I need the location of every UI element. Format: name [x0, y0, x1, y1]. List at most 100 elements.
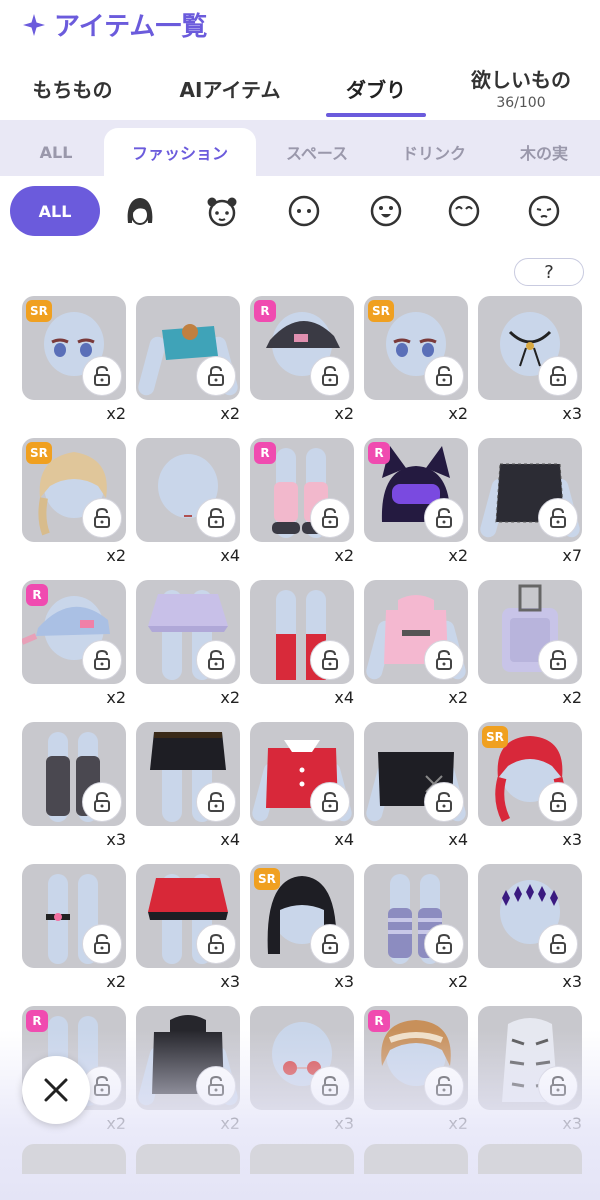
- unlock-icon[interactable]: [196, 924, 236, 964]
- unlock-icon[interactable]: [424, 498, 464, 538]
- item-tile[interactable]: SR x2: [22, 296, 126, 426]
- item-tile[interactable]: x2: [136, 1006, 240, 1136]
- category-space[interactable]: スペース: [262, 128, 372, 176]
- unlock-icon[interactable]: [310, 640, 350, 680]
- item-card[interactable]: [136, 438, 240, 542]
- item-card[interactable]: SR: [250, 864, 354, 968]
- animal-face-icon[interactable]: [200, 186, 244, 236]
- item-card[interactable]: [22, 722, 126, 826]
- item-tile[interactable]: x2: [364, 580, 468, 710]
- item-tile[interactable]: x3: [478, 1006, 582, 1136]
- item-card[interactable]: R: [364, 1006, 468, 1110]
- item-card[interactable]: [136, 580, 240, 684]
- item-tile[interactable]: x4: [136, 438, 240, 568]
- unlock-icon[interactable]: [82, 356, 122, 396]
- unlock-icon[interactable]: [538, 1066, 578, 1106]
- category-all[interactable]: ALL: [10, 128, 102, 176]
- item-tile[interactable]: Rx2: [250, 438, 354, 568]
- item-card[interactable]: [478, 1006, 582, 1110]
- item-tile[interactable]: Rx2: [364, 1006, 468, 1136]
- item-tile[interactable]: x2: [364, 864, 468, 994]
- unlock-icon[interactable]: [82, 640, 122, 680]
- hair-icon[interactable]: [118, 186, 162, 236]
- item-tile[interactable]: x7: [478, 438, 582, 568]
- item-tile[interactable]: SR x3: [478, 722, 582, 852]
- category-nuts[interactable]: 木の実: [496, 128, 592, 176]
- item-card[interactable]: SR: [364, 296, 468, 400]
- unlock-icon[interactable]: [310, 924, 350, 964]
- item-tile[interactable]: Rx2: [364, 438, 468, 568]
- unlock-icon[interactable]: [196, 782, 236, 822]
- face-icon[interactable]: [282, 186, 326, 236]
- item-tile[interactable]: x4: [364, 722, 468, 852]
- tab-wishlist[interactable]: 欲しいもの 36/100: [448, 58, 594, 120]
- item-tile[interactable]: x3: [22, 722, 126, 852]
- category-fashion[interactable]: ファッション: [104, 128, 256, 176]
- item-tile[interactable]: x4: [250, 580, 354, 710]
- item-card[interactable]: [136, 296, 240, 400]
- unlock-icon[interactable]: [82, 924, 122, 964]
- item-card[interactable]: SR: [22, 296, 126, 400]
- item-card[interactable]: R: [250, 296, 354, 400]
- item-card[interactable]: [478, 580, 582, 684]
- unlock-icon[interactable]: [538, 924, 578, 964]
- item-tile[interactable]: x2: [478, 580, 582, 710]
- unlock-icon[interactable]: [196, 1066, 236, 1106]
- item-card[interactable]: [250, 722, 354, 826]
- unlock-icon[interactable]: [310, 498, 350, 538]
- item-tile[interactable]: Rx2: [250, 296, 354, 426]
- item-card[interactable]: [364, 580, 468, 684]
- unlock-icon[interactable]: [538, 782, 578, 822]
- item-card[interactable]: [478, 296, 582, 400]
- unlock-icon[interactable]: [196, 498, 236, 538]
- unlock-icon[interactable]: [196, 640, 236, 680]
- unlock-icon[interactable]: [538, 640, 578, 680]
- unlock-icon[interactable]: [424, 356, 464, 396]
- mouth-open-face-icon[interactable]: [364, 186, 408, 236]
- unlock-icon[interactable]: [424, 782, 464, 822]
- category-drink[interactable]: ドリンク: [378, 128, 490, 176]
- item-card[interactable]: [364, 864, 468, 968]
- item-card[interactable]: SR: [22, 438, 126, 542]
- tab-duplicates[interactable]: ダブり: [320, 58, 432, 120]
- close-button[interactable]: [22, 1056, 90, 1124]
- item-tile[interactable]: x4: [136, 722, 240, 852]
- tab-inventory[interactable]: もちもの: [0, 58, 145, 120]
- item-card[interactable]: [136, 1006, 240, 1110]
- item-card[interactable]: R: [250, 438, 354, 542]
- unlock-icon[interactable]: [310, 356, 350, 396]
- closed-eyes-face-icon[interactable]: [442, 186, 486, 236]
- unlock-icon[interactable]: [82, 498, 122, 538]
- unlock-icon[interactable]: [310, 782, 350, 822]
- item-tile[interactable]: x3: [478, 296, 582, 426]
- item-card[interactable]: [136, 864, 240, 968]
- unlock-icon[interactable]: [538, 356, 578, 396]
- sad-face-icon[interactable]: [522, 186, 566, 236]
- unlock-icon[interactable]: [82, 782, 122, 822]
- item-tile[interactable]: x3: [478, 864, 582, 994]
- help-button[interactable]: ?: [514, 258, 584, 286]
- item-card[interactable]: [478, 864, 582, 968]
- item-tile[interactable]: x4: [250, 722, 354, 852]
- item-card[interactable]: [250, 1006, 354, 1110]
- unlock-icon[interactable]: [538, 498, 578, 538]
- item-card[interactable]: R: [22, 580, 126, 684]
- item-tile[interactable]: SR x2: [22, 438, 126, 568]
- item-tile[interactable]: x2: [136, 296, 240, 426]
- filter-all-button[interactable]: ALL: [10, 186, 100, 236]
- item-card[interactable]: SR: [478, 722, 582, 826]
- item-card[interactable]: R: [364, 438, 468, 542]
- item-tile[interactable]: Rx2: [22, 580, 126, 710]
- item-card[interactable]: [250, 580, 354, 684]
- item-tile[interactable]: SR x3: [250, 864, 354, 994]
- item-tile[interactable]: SR x2: [364, 296, 468, 426]
- item-card[interactable]: [136, 722, 240, 826]
- tab-ai-items[interactable]: AIアイテム: [155, 58, 305, 120]
- unlock-icon[interactable]: [424, 924, 464, 964]
- unlock-icon[interactable]: [424, 640, 464, 680]
- item-card[interactable]: [22, 864, 126, 968]
- item-tile[interactable]: x3: [250, 1006, 354, 1136]
- item-tile[interactable]: x2: [22, 864, 126, 994]
- unlock-icon[interactable]: [310, 1066, 350, 1106]
- unlock-icon[interactable]: [196, 356, 236, 396]
